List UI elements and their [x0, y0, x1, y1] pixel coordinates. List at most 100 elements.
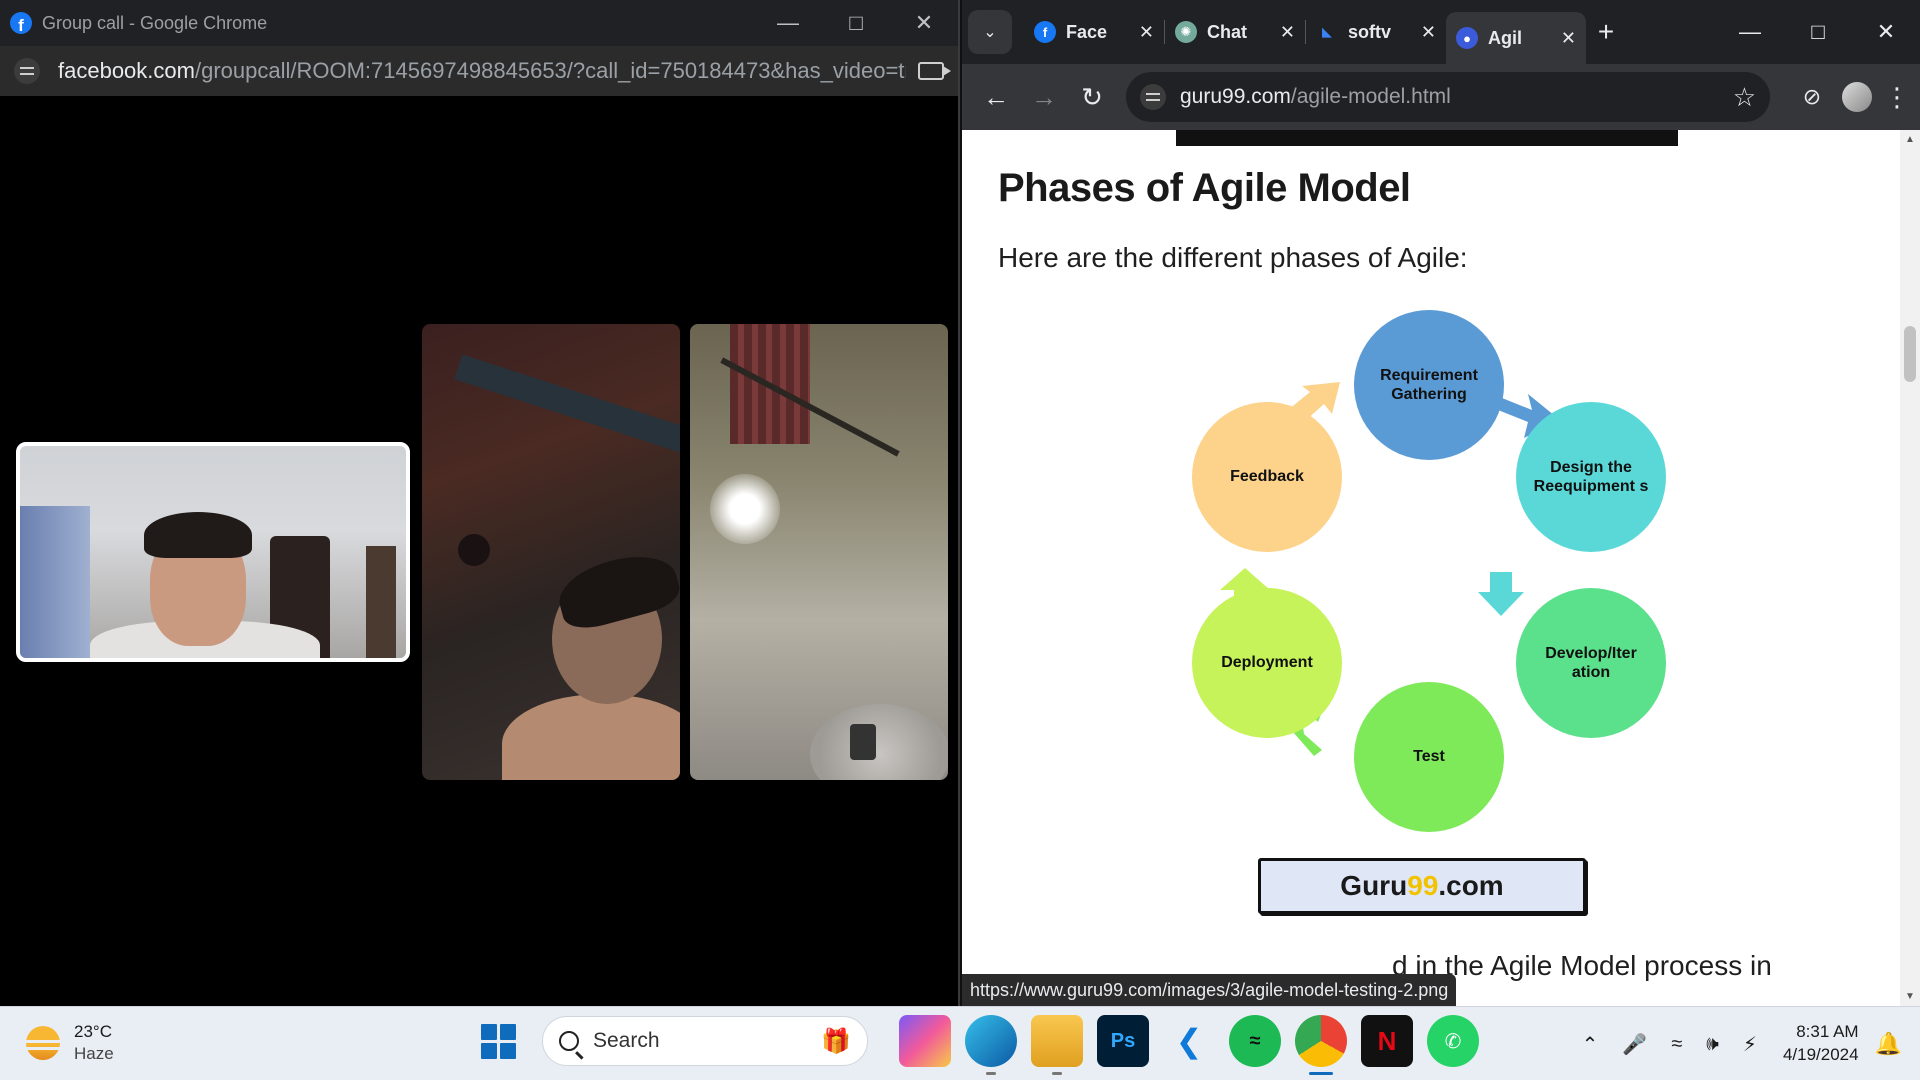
group-call-titlebar[interactable]: f Group call - Google Chrome — □ ✕: [0, 0, 958, 46]
address-bar[interactable]: guru99.com/agile-model.html ☆: [1126, 72, 1770, 122]
windows-logo-tile: [480, 1023, 497, 1040]
whatsapp-icon[interactable]: ✆: [1427, 1015, 1479, 1067]
video-person-shoulder: [502, 694, 680, 780]
camera-icon[interactable]: [918, 62, 951, 80]
running-indicator: [1309, 1072, 1333, 1075]
logo-text-suffix: .com: [1438, 870, 1504, 901]
guru99-logo: Guru 99 .com: [1258, 858, 1586, 914]
microphone-icon[interactable]: 🎤: [1622, 1032, 1647, 1057]
video-ceiling-light: [710, 474, 780, 544]
taskbar-search[interactable]: Search 🎁: [542, 1016, 868, 1066]
weather-temperature: 23°C: [74, 1022, 112, 1041]
close-tab-icon[interactable]: ✕: [1561, 28, 1576, 49]
browser-toolbar: ← → ↻ guru99.com/agile-model.html ☆ ⊘ ⋮: [962, 64, 1920, 130]
tab-agile[interactable]: ● Agil ✕: [1446, 12, 1586, 64]
self-video-tile[interactable]: [16, 442, 410, 662]
file-explorer-icon[interactable]: [1031, 1015, 1083, 1075]
phase-develop-iteration: Develop/Iter ation: [1516, 588, 1666, 738]
clock[interactable]: 8:31 AM 4/19/2024: [1783, 1021, 1859, 1067]
profile-avatar[interactable]: [1842, 82, 1872, 112]
tab-chatgpt[interactable]: ✺ Chat ✕: [1165, 9, 1305, 55]
forward-button[interactable]: →: [1020, 73, 1068, 121]
participant-video-tile-2[interactable]: [422, 324, 680, 780]
tab-icon: ◣: [1316, 21, 1338, 43]
call-video-area: [0, 96, 958, 1006]
close-tab-icon[interactable]: ✕: [1280, 22, 1295, 43]
performance-icon[interactable]: ⊘: [1790, 75, 1834, 119]
browser-window: ⌄ f Face ✕ ✺ Chat ✕ ◣ softv ✕ ● Agil ✕ +…: [962, 0, 1920, 1006]
popup-address-bar[interactable]: facebook.com/groupcall/ROOM:714569749884…: [0, 46, 958, 96]
windows-logo-tile: [499, 1042, 516, 1059]
weather-widget[interactable]: 23°C Haze: [24, 1021, 114, 1065]
back-button[interactable]: ←: [972, 73, 1020, 121]
running-indicator: [986, 1072, 996, 1075]
chatgpt-icon: ✺: [1175, 21, 1197, 43]
system-tray: ⌃ 🎤 ≈ 🕪 ⚡ 8:31 AM 4/19/2024 🔔: [1570, 1007, 1920, 1080]
copilot-icon[interactable]: [899, 1015, 951, 1067]
vscode-icon[interactable]: ❮: [1163, 1015, 1215, 1067]
close-tab-icon[interactable]: ✕: [1139, 22, 1154, 43]
group-call-window: f Group call - Google Chrome — □ ✕ faceb…: [0, 0, 960, 1006]
chrome-icon[interactable]: [1295, 1015, 1347, 1075]
maximize-button[interactable]: □: [1784, 0, 1852, 64]
scroll-up-icon[interactable]: ▲: [1905, 134, 1915, 145]
logo-text-prefix: Guru: [1340, 870, 1408, 901]
battery-charging-icon[interactable]: ⚡: [1743, 1032, 1757, 1057]
page-heading: Phases of Agile Model: [998, 166, 1411, 210]
spotify-icon[interactable]: ≈: [1229, 1015, 1281, 1067]
netflix-icon[interactable]: N: [1361, 1015, 1413, 1067]
scroll-thumb[interactable]: [1904, 326, 1916, 382]
video-wall-stripe: [454, 354, 680, 460]
page-intro-text: Here are the different phases of Agile:: [998, 242, 1468, 273]
close-button[interactable]: ✕: [890, 0, 958, 46]
video-door: [366, 546, 396, 658]
scroll-down-icon[interactable]: ▼: [1905, 991, 1915, 1002]
tab-label: Agil: [1488, 27, 1522, 48]
site-settings-icon[interactable]: [1140, 84, 1166, 110]
site-settings-icon[interactable]: [14, 58, 40, 84]
taskbar-apps: Search 🎁 Ps ❮ ≈ N ✆: [472, 1015, 1486, 1075]
minimize-button[interactable]: —: [754, 0, 822, 46]
tab-search-button[interactable]: ⌄: [968, 10, 1012, 54]
windows-logo-tile: [499, 1023, 516, 1040]
start-button[interactable]: [472, 1015, 524, 1067]
minimize-button[interactable]: —: [1716, 0, 1784, 64]
url-path: /groupcall/ROOM:7145697498845653/?call_i…: [194, 58, 906, 83]
participant-video-tile-3[interactable]: [690, 324, 948, 780]
arrow-2: [1478, 572, 1524, 616]
vertical-scrollbar[interactable]: ▲ ▼: [1900, 130, 1920, 1006]
close-tab-icon[interactable]: ✕: [1421, 22, 1436, 43]
clock-date: 4/19/2024: [1782, 1045, 1859, 1064]
video-window-background: [20, 506, 90, 658]
page-content: Phases of Agile Model Here are the diffe…: [962, 130, 1920, 1006]
close-button[interactable]: ✕: [1852, 0, 1920, 64]
reload-button[interactable]: ↻: [1068, 73, 1116, 121]
tab-label: softv: [1348, 21, 1392, 42]
wifi-icon[interactable]: ≈: [1671, 1033, 1682, 1056]
bookmark-star-icon[interactable]: ☆: [1733, 82, 1756, 113]
edge-icon[interactable]: [965, 1015, 1017, 1075]
video-wall-dot: [458, 534, 490, 566]
tab-software[interactable]: ◣ softv ✕: [1306, 9, 1446, 55]
address-url[interactable]: guru99.com/agile-model.html: [1180, 85, 1733, 109]
volume-icon[interactable]: 🕪: [1706, 1033, 1719, 1056]
chevron-up-icon[interactable]: ⌃: [1582, 1032, 1599, 1057]
search-icon: [559, 1031, 579, 1051]
windows-logo-tile: [480, 1042, 497, 1059]
guru99-icon: ●: [1456, 27, 1478, 49]
haze-weather-icon: [24, 1026, 62, 1061]
popup-url[interactable]: facebook.com/groupcall/ROOM:714569749884…: [58, 58, 906, 84]
tab-facebook[interactable]: f Face ✕: [1024, 9, 1164, 55]
photoshop-icon[interactable]: Ps: [1097, 1015, 1149, 1067]
new-tab-button[interactable]: +: [1586, 16, 1626, 48]
url-host: facebook.com: [58, 58, 195, 83]
video-ceiling-fan: [810, 704, 948, 780]
url-host: guru99.com: [1180, 85, 1291, 108]
agile-phases-diagram[interactable]: Requirement Gathering Design the Reequip…: [1172, 310, 1672, 832]
notification-bell-icon[interactable]: 🔔: [1875, 1031, 1902, 1057]
clock-time: 8:31 AM: [1796, 1022, 1859, 1042]
maximize-button[interactable]: □: [822, 0, 890, 46]
facebook-icon: f: [1034, 21, 1056, 43]
menu-kebab-icon[interactable]: ⋮: [1884, 82, 1910, 113]
desktop: f Group call - Google Chrome — □ ✕ faceb…: [0, 0, 1920, 1080]
